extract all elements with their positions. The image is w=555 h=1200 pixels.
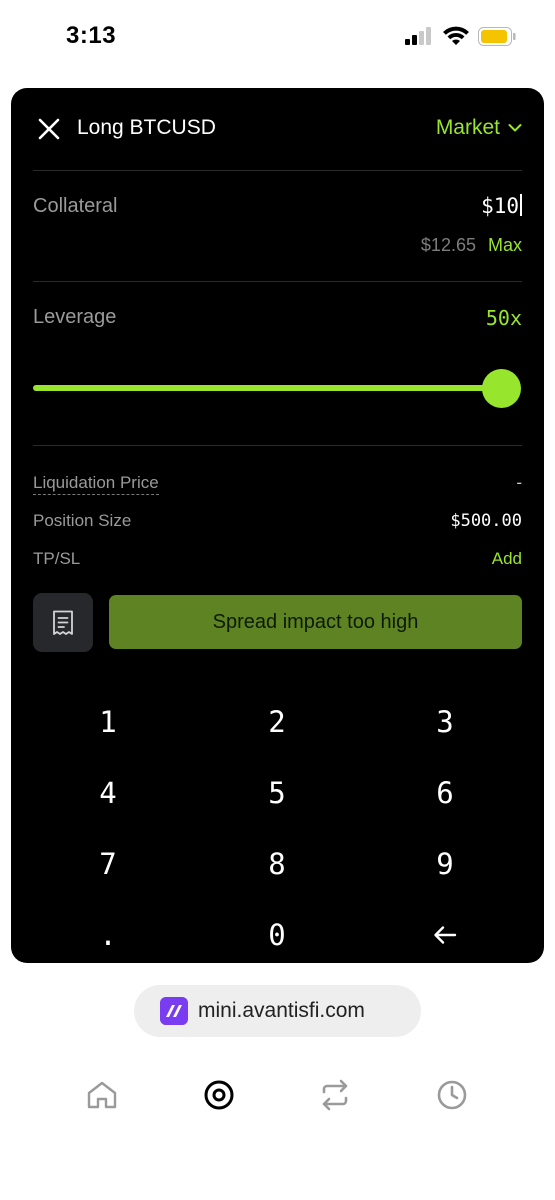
keypad-key-3[interactable]: 3 [385,692,505,752]
home-icon[interactable] [85,1078,119,1112]
liquidation-price-value: - [516,473,522,492]
divider [33,170,522,171]
position-size-value: $500.00 [450,511,522,531]
receipt-icon [53,610,73,635]
text-cursor [520,194,522,216]
app-screen: 3:13 Long BTCUSD Market Collateral $10 $… [0,0,555,1200]
order-type-dropdown[interactable]: Market [436,116,522,140]
swap-icon[interactable] [318,1078,352,1112]
tpsl-add-button[interactable]: Add [492,549,522,569]
keypad-key-5[interactable]: 5 [217,763,337,823]
history-icon[interactable] [435,1078,469,1112]
close-icon[interactable] [38,118,60,140]
keypad-key-2[interactable]: 2 [217,692,337,752]
keypad-key-6[interactable]: 6 [385,763,505,823]
url-text: mini.avantisfi.com [198,999,365,1022]
submit-order-button[interactable]: Spread impact too high [109,595,522,649]
divider [33,281,522,282]
trade-title: Long BTCUSD [77,116,216,139]
keypad-key-decimal[interactable]: . [48,905,168,963]
keypad-key-8[interactable]: 8 [217,834,337,894]
keypad-key-9[interactable]: 9 [385,834,505,894]
bottom-nav [0,1078,555,1122]
keypad-key-1[interactable]: 1 [48,692,168,752]
browser-url-bar[interactable]: mini.avantisfi.com [134,985,421,1037]
order-summary-button[interactable] [33,593,93,652]
balance-row: $12.65 Max [421,235,522,256]
cellular-signal-icon [405,27,435,45]
leverage-slider-track[interactable] [33,385,503,391]
tpsl-label: TP/SL [33,549,81,568]
divider [33,445,522,446]
order-type-label: Market [435,116,500,139]
leverage-value: 50x [485,306,522,330]
available-balance: $12.65 [420,235,476,255]
keypad-backspace[interactable] [385,905,505,963]
keypad-key-4[interactable]: 4 [48,763,168,823]
liquidation-price-label[interactable]: Liquidation Price [33,473,159,495]
collateral-input[interactable]: $10 [481,194,522,218]
avantis-logo-icon [160,997,188,1025]
collateral-value: $10 [481,194,519,218]
position-size-label: Position Size [33,511,132,530]
compass-icon[interactable] [202,1078,236,1112]
status-time: 3:13 [66,22,117,49]
battery-icon [478,27,516,46]
collateral-label: Collateral [33,195,118,217]
trade-card: Long BTCUSD Market Collateral $10 $12.65… [11,88,544,963]
wifi-icon [443,26,469,45]
leverage-label: Leverage [33,306,117,328]
chevron-down-icon [508,124,522,132]
leverage-slider-thumb[interactable] [482,369,521,408]
trade-header: Long BTCUSD Market [11,88,544,170]
backspace-arrow-icon [434,926,457,944]
keypad-key-0[interactable]: 0 [217,905,337,963]
status-bar: 3:13 [0,0,555,72]
keypad-key-7[interactable]: 7 [48,834,168,894]
max-button[interactable]: Max [488,235,522,256]
